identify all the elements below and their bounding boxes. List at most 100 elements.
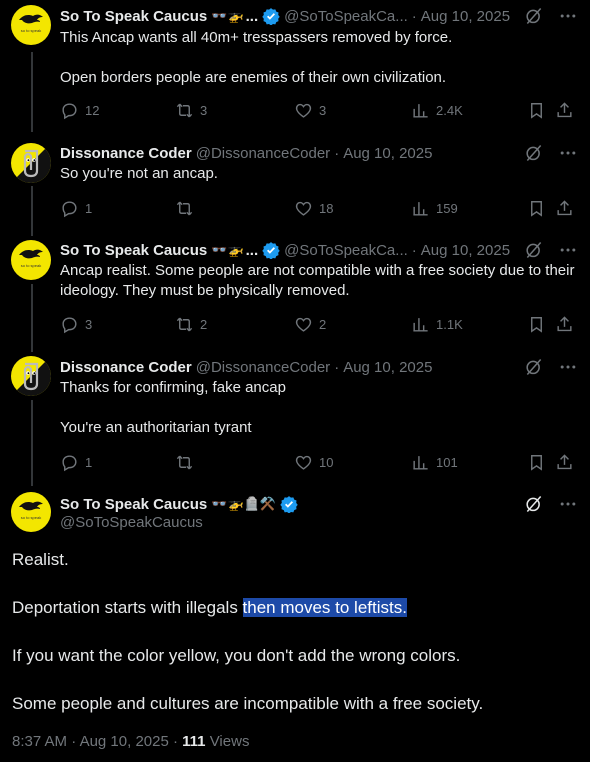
share-icon [555,199,574,218]
bookmark-icon [527,199,546,218]
author-name[interactable]: So To Speak Caucus [60,242,207,259]
avatar[interactable] [11,5,51,45]
author-handle[interactable]: @DissonanceCoder [196,359,330,376]
repost-icon [175,453,194,472]
share-button[interactable] [555,452,574,472]
like-button[interactable]: 3 [294,100,326,120]
reply-icon [60,101,79,120]
repost-icon [175,315,194,334]
repost-icon [175,199,194,218]
verified-icon [262,7,280,25]
views-icon [411,199,430,218]
more-icon[interactable] [558,6,578,26]
views-button[interactable]: 2.4K [411,100,463,120]
tweet-text: This Ancap wants all 40m+ tresspassers r… [60,29,453,86]
grok-icon[interactable] [524,357,544,377]
views-label: Views [209,733,250,750]
share-icon [555,101,574,120]
main-author-handle[interactable]: @SoToSpeakCaucus [60,514,203,531]
views-button[interactable]: 159 [411,198,458,218]
main-avatar[interactable] [11,492,51,532]
grok-icon[interactable] [524,494,544,514]
tweet-time[interactable]: 8:37 AM [12,733,67,750]
like-button[interactable]: 10 [294,452,333,472]
reply-tweet[interactable]: Dissonance Coder @DissonanceCoder · Aug … [0,136,590,236]
like-icon [294,199,313,218]
bookmark-icon [527,315,546,334]
like-icon [294,315,313,334]
action-bar: 3 2 2 1.1K [60,314,576,334]
grok-icon[interactable] [524,6,544,26]
reply-tweet[interactable]: Dissonance Coder @DissonanceCoder · Aug … [0,352,590,486]
repost-button[interactable] [175,452,200,472]
bookmark-button[interactable] [527,198,546,218]
author-handle[interactable]: @DissonanceCoder [196,145,330,162]
more-icon[interactable] [558,143,578,163]
more-icon[interactable] [558,357,578,377]
separator-dot: · [71,733,77,750]
tweet-date[interactable]: Aug 10, 2025 [343,145,432,162]
verified-icon [280,495,298,513]
name-emoji: 👓🚁 [211,8,244,23]
repost-button[interactable]: 2 [175,314,207,334]
main-author-row: So To Speak Caucus 👓🚁🪦⚒️ [60,494,298,514]
share-button[interactable] [555,314,574,334]
views-icon [411,453,430,472]
author-name[interactable]: Dissonance Coder [60,359,192,376]
separator-dot: · [411,241,417,259]
author-name[interactable]: Dissonance Coder [60,145,192,162]
bookmark-button[interactable] [527,100,546,120]
reply-tweet[interactable]: So To Speak Caucus 👓🚁 ... @SoToSpeakCa..… [0,234,590,352]
bookmark-icon [527,453,546,472]
views-count: 111 [182,733,206,750]
name-emoji: 👓🚁 [211,242,244,257]
separator-dot: · [172,733,178,750]
bookmark-button[interactable] [527,314,546,334]
avatar[interactable] [11,356,51,396]
name-ellipsis: ... [245,241,259,259]
action-bar: 1 10 101 [60,452,576,472]
more-icon[interactable] [558,240,578,260]
author-handle[interactable]: @SoToSpeakCa... [284,8,408,25]
thread-connector [31,284,33,352]
author-name[interactable]: So To Speak Caucus [60,8,207,25]
reply-button[interactable]: 3 [60,314,92,334]
reply-button[interactable]: 1 [60,452,92,472]
selected-text: then moves to leftists. [242,598,407,617]
like-button[interactable]: 18 [294,198,333,218]
share-button[interactable] [555,100,574,120]
reply-tweet[interactable]: So To Speak Caucus 👓🚁 ... @SoToSpeakCa..… [0,0,590,132]
share-button[interactable] [555,198,574,218]
verified-icon [262,241,280,259]
tweet-date[interactable]: Aug 10, 2025 [343,359,432,376]
like-icon [294,453,313,472]
main-author-name[interactable]: So To Speak Caucus [60,496,207,513]
more-icon[interactable] [558,494,578,514]
separator-dot: · [334,358,340,376]
grok-icon[interactable] [524,240,544,260]
views-button[interactable]: 101 [411,452,458,472]
views-button[interactable]: 1.1K [411,314,463,334]
thread-connector [31,400,33,486]
bookmark-icon [527,101,546,120]
author-handle[interactable]: @SoToSpeakCa... [284,242,408,259]
tweet-date[interactable]: Aug 10, 2025 [421,242,510,259]
like-button[interactable]: 2 [294,314,326,334]
bookmark-button[interactable] [527,452,546,472]
reply-button[interactable]: 12 [60,100,99,120]
reply-button[interactable]: 1 [60,198,92,218]
repost-button[interactable]: 3 [175,100,207,120]
grok-icon[interactable] [524,143,544,163]
avatar[interactable] [11,143,51,183]
main-tweet-text: Realist. Deportation starts with illegal… [12,550,484,713]
views-icon [411,315,430,334]
action-bar: 12 3 3 2.4K [60,100,576,120]
name-emoji: 👓🚁🪦⚒️ [211,496,277,511]
thread-connector [31,186,33,236]
avatar[interactable] [11,240,51,280]
tweet-date[interactable]: Aug 10, 2025 [421,8,510,25]
like-icon [294,101,313,120]
repost-button[interactable] [175,198,200,218]
share-icon [555,453,574,472]
tweet-date[interactable]: Aug 10, 2025 [80,733,169,750]
